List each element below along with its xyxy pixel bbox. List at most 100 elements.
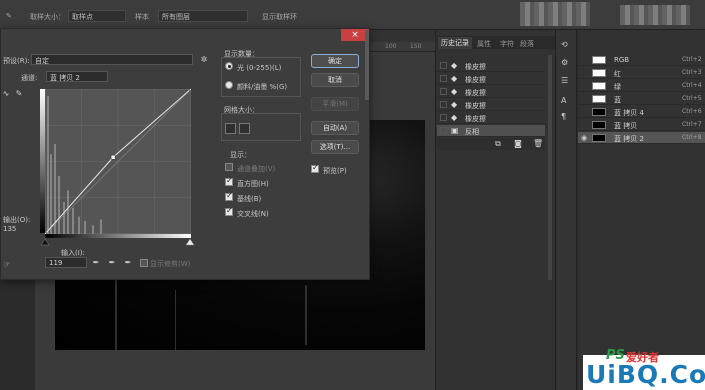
image-detail	[305, 285, 307, 345]
channel-label: 通道:	[21, 74, 38, 82]
black-eyedropper-icon[interactable]: ✒	[91, 258, 101, 268]
channel-row[interactable]: RGB Ctrl+2	[578, 54, 705, 66]
image-detail	[175, 290, 176, 350]
new-document-icon[interactable]: ⧉	[493, 139, 503, 149]
channel-select[interactable]: 蓝 拷贝 2	[46, 71, 108, 82]
scrollbar[interactable]	[365, 30, 369, 100]
blurred-region	[520, 2, 590, 26]
history-item[interactable]: ◆ 橡皮擦	[437, 86, 545, 98]
eraser-icon: ◆	[451, 74, 458, 83]
history-brush-source-box[interactable]	[440, 62, 447, 69]
tab-properties[interactable]: 属性	[477, 39, 491, 49]
history-item[interactable]: ◆ 橡皮擦	[437, 73, 545, 85]
pigment-radio[interactable]	[225, 81, 233, 89]
history-brush-source-box[interactable]	[440, 127, 447, 134]
channel-shortcut: Ctrl+2	[682, 56, 702, 63]
layers-icon[interactable]: ☰	[561, 76, 568, 85]
channel-row[interactable]: 蓝 拷贝 Ctrl+7	[578, 119, 705, 131]
pencil-tool-icon[interactable]: ✎	[14, 89, 24, 99]
show-clipping-checkbox[interactable]	[140, 259, 148, 267]
tab-character[interactable]: 字符	[500, 39, 514, 49]
preset-select[interactable]: 自定	[31, 54, 193, 65]
curve-graph[interactable]	[45, 89, 191, 234]
history-panel-icon[interactable]: ⟲	[561, 40, 568, 49]
auto-button[interactable]: 自动(A)	[311, 121, 359, 135]
tab-history[interactable]: 历史记录	[438, 37, 472, 49]
smooth-button[interactable]: 平滑(M)	[311, 97, 359, 111]
target-adjust-icon[interactable]: ☞	[2, 260, 12, 270]
channel-row[interactable]: 蓝 拷贝 4 Ctrl+6	[578, 106, 705, 118]
output-label: 输出(O):	[3, 216, 31, 224]
light-radio[interactable]	[225, 62, 233, 70]
curve-points-tool-icon[interactable]: ∿	[1, 89, 11, 99]
channel-row[interactable]: 绿 Ctrl+4	[578, 80, 705, 92]
sample-size-select[interactable]: 取样点	[68, 10, 126, 22]
sample-select[interactable]: 所有图层	[158, 10, 248, 22]
snapshot-camera-icon[interactable]: ◙	[513, 139, 523, 149]
preset-label: 预设(R):	[3, 57, 30, 65]
simple-grid-button[interactable]	[225, 123, 236, 134]
dialog-titlebar[interactable]	[1, 29, 369, 41]
channel-shortcut: Ctrl+5	[682, 95, 702, 102]
sample-label: 样本	[135, 13, 149, 21]
channel-label: 蓝 拷贝 4	[614, 109, 644, 117]
show-sampling-ring-checkbox[interactable]: 显示取样环	[262, 12, 297, 22]
eyedropper-icon[interactable]: ✎	[6, 12, 12, 20]
channel-row[interactable]: 红 Ctrl+3	[578, 67, 705, 79]
channel-shortcut: Ctrl+4	[682, 82, 702, 89]
curves-dialog: × 预设(R): 自定 ✲ 通道: 蓝 拷贝 2 ∿ ✎ 输出(O): 135 …	[0, 28, 370, 280]
history-brush-source-box[interactable]	[440, 101, 447, 108]
baseline-checkbox[interactable]	[225, 191, 233, 201]
tab-paragraph[interactable]: 段落	[520, 39, 534, 49]
curve-endpoint-white	[189, 89, 191, 91]
scrollbar[interactable]	[548, 55, 552, 280]
channel-row[interactable]: 蓝 Ctrl+5	[578, 93, 705, 105]
white-point-slider	[185, 238, 195, 246]
trash-icon[interactable]: 🗑	[533, 139, 543, 149]
channel-label: RGB	[614, 56, 630, 64]
cancel-button[interactable]: 取消	[311, 73, 359, 87]
history-footer: ⧉ ◙ 🗑	[437, 138, 545, 150]
channel-shortcut: Ctrl+6	[682, 108, 702, 115]
preview-checkbox[interactable]	[311, 163, 319, 173]
visibility-eye-icon[interactable]: ◉	[581, 134, 587, 142]
sample-size-label: 取样大小：	[30, 13, 65, 21]
history-item[interactable]: ◆ 橡皮擦	[437, 60, 545, 72]
channel-thumbnail	[592, 56, 606, 64]
input-sliders[interactable]	[41, 238, 197, 246]
channel-shortcut: Ctrl+7	[682, 121, 702, 128]
channel-thumbnail	[592, 69, 606, 77]
watermark-site: 爱好者	[626, 351, 659, 364]
history-item[interactable]: ◆ 橡皮擦	[437, 112, 545, 124]
channel-row-active[interactable]: ◉ 蓝 拷贝 2 Ctrl+8	[578, 132, 705, 144]
character-icon[interactable]: A	[561, 96, 566, 105]
preview-label: 预览(P)	[323, 167, 347, 175]
history-brush-source-box[interactable]	[440, 88, 447, 95]
pigment-label: 颜料/油墨 %(G)	[237, 83, 288, 91]
input-value-field[interactable]: 119	[45, 257, 87, 268]
history-item-label: 橡皮擦	[465, 76, 486, 84]
intersection-checkbox[interactable]	[225, 206, 233, 216]
options-button[interactable]: 选项(T)...	[311, 140, 359, 154]
channel-label: 红	[614, 70, 621, 78]
detailed-grid-button[interactable]	[239, 123, 250, 134]
history-item-label: 反相	[465, 128, 479, 136]
channel-thumbnail	[592, 82, 606, 90]
paragraph-icon[interactable]: ¶	[561, 112, 566, 121]
history-brush-source-box[interactable]	[440, 114, 447, 121]
intersection-label: 交叉线(N)	[237, 210, 269, 218]
history-item-active[interactable]: ▣ 反相	[437, 125, 545, 137]
black-point-slider	[41, 238, 50, 246]
history-item-label: 橡皮擦	[465, 115, 486, 123]
gray-eyedropper-icon[interactable]: ✒	[107, 258, 117, 268]
histogram-checkbox[interactable]	[225, 176, 233, 186]
channel-overlay-checkbox[interactable]	[225, 163, 233, 171]
adjustments-icon[interactable]: ⚙	[561, 58, 568, 67]
history-brush-source-box[interactable]	[440, 75, 447, 82]
history-item[interactable]: ◆ 橡皮擦	[437, 99, 545, 111]
output-value[interactable]: 135	[3, 225, 16, 233]
white-eyedropper-icon[interactable]: ✒	[123, 258, 133, 268]
ok-button[interactable]: 确定	[311, 54, 359, 68]
preset-options-icon[interactable]: ✲	[199, 55, 209, 65]
history-item-label: 橡皮擦	[465, 102, 486, 110]
